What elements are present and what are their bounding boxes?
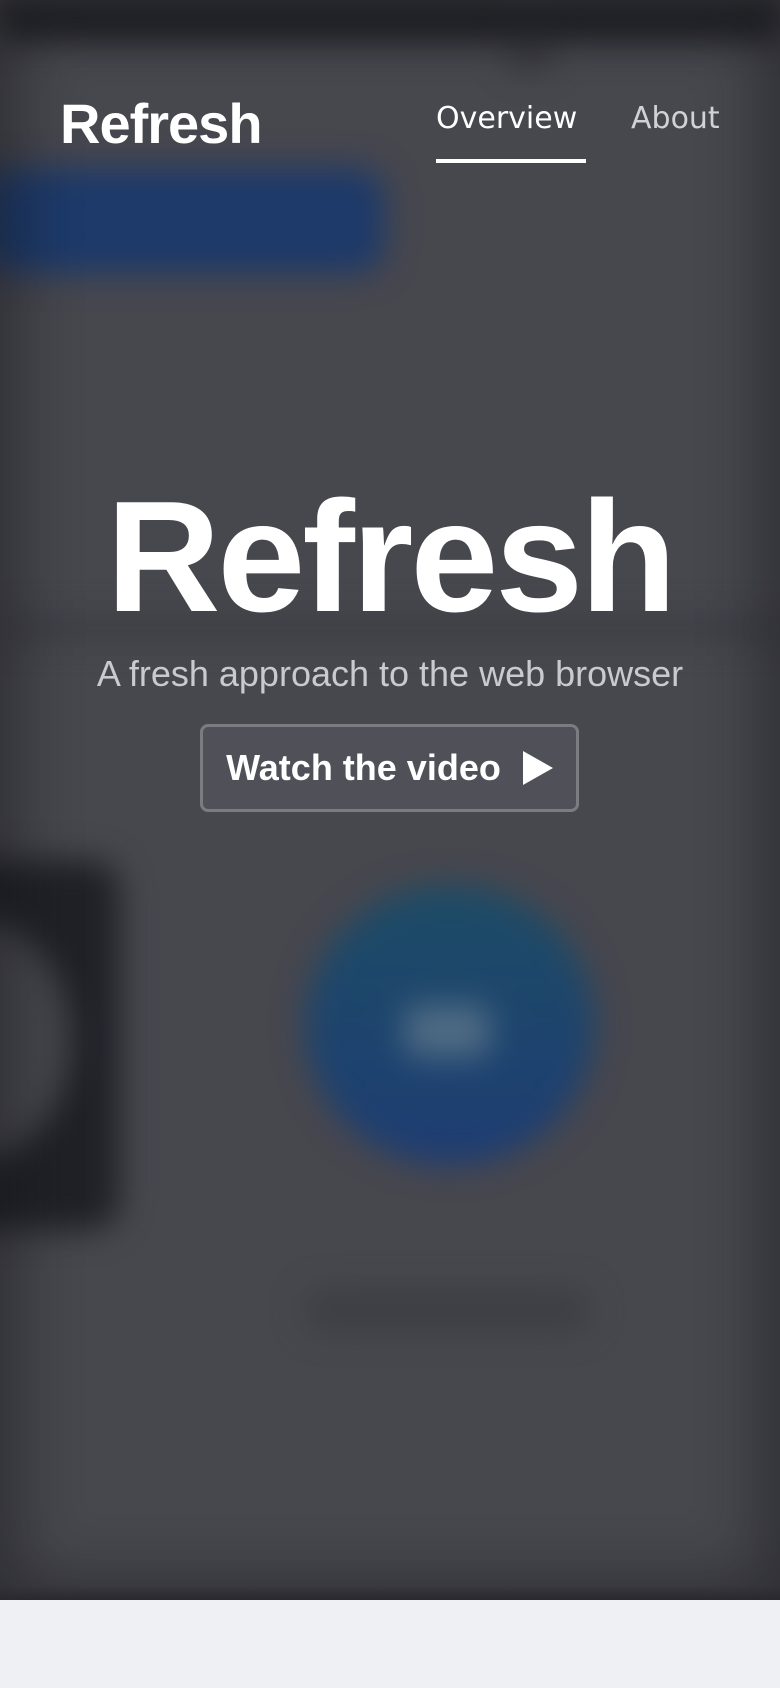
background-dot [505,30,555,70]
nav-tab-overview[interactable]: Overview [436,104,577,134]
hero-title: Refresh [106,469,676,645]
watch-video-label: Watch the video [226,747,501,788]
play-icon [522,751,553,785]
nav-active-indicator [436,159,586,163]
background-pill [305,1290,590,1330]
hero-section: Refresh Overview About Refresh A fresh a… [0,0,780,1600]
top-nav: Overview About [0,104,780,164]
hero-bottom-edge [0,1586,780,1600]
watch-video-button[interactable]: Watch the video [200,724,579,812]
background-globe-mark [405,1005,490,1057]
background-address-bar [0,168,385,273]
hero-subtitle: A fresh approach to the web browser [96,653,684,694]
nav-tab-about[interactable]: About [631,104,720,134]
background-toolbar [0,0,780,40]
